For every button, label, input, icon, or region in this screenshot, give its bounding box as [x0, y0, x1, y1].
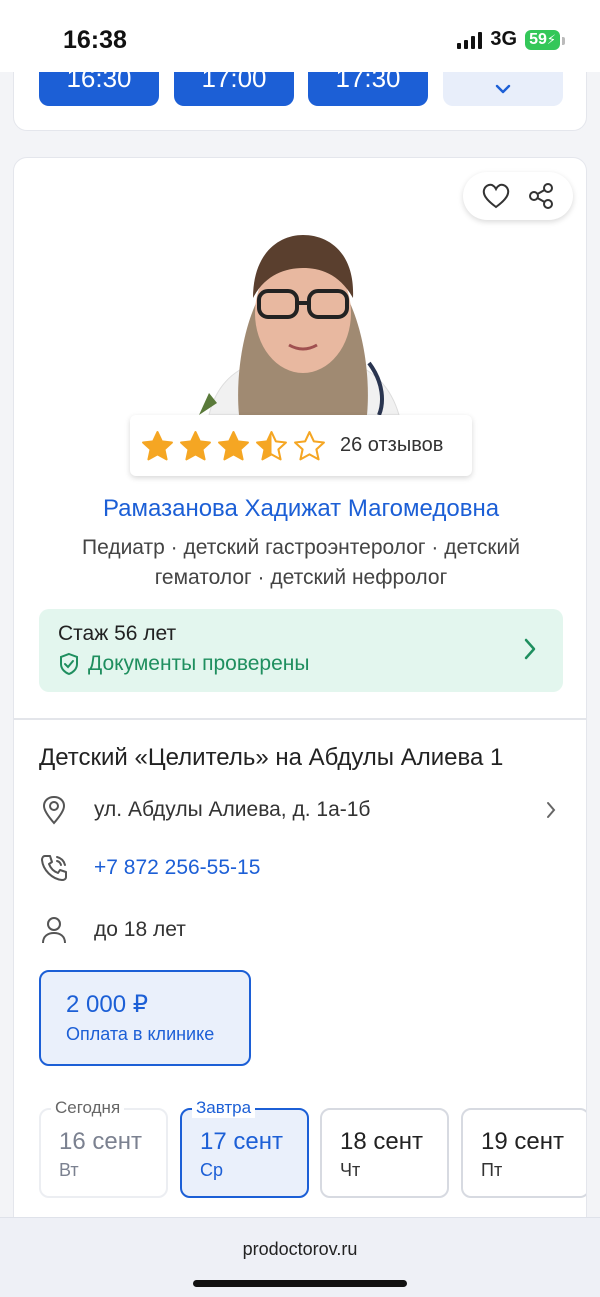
- chevron-right-icon: [524, 638, 536, 660]
- status-time: 16:38: [63, 26, 127, 54]
- date-weekday: Чт: [340, 1160, 361, 1180]
- doctor-specialties: Педиатр · детский гастроэнтеролог · детс…: [82, 536, 520, 589]
- doctor-photo: [189, 213, 417, 415]
- experience-panel[interactable]: Стаж 56 лет Документы проверены: [39, 609, 563, 692]
- clinic-address: ул. Абдулы Алиева, д. 1а-1б: [94, 798, 371, 821]
- star-icon: [180, 430, 211, 460]
- card-actions: [463, 172, 573, 220]
- status-indicators: 3G 59⚡: [457, 28, 565, 51]
- shield-check-icon: [60, 652, 78, 676]
- favorite-button[interactable]: [480, 180, 512, 212]
- battery-icon: 59⚡: [525, 29, 565, 50]
- date-option[interactable]: 18 сент Чт: [320, 1108, 449, 1198]
- star-icon: [294, 430, 325, 460]
- clinic-phone[interactable]: +7 872 256-55-15: [94, 856, 260, 880]
- star-icon: [256, 430, 287, 460]
- divider: [14, 718, 586, 720]
- clinic-address-row[interactable]: ул. Абдулы Алиева, д. 1а-1б: [39, 794, 563, 826]
- price-value: 2 000 ₽: [66, 991, 148, 1018]
- clinic-title[interactable]: Детский «Целитель» на Абдулы Алиева 1: [39, 744, 503, 772]
- home-indicator[interactable]: [193, 1280, 407, 1287]
- date-day: 18 сент: [340, 1128, 423, 1155]
- location-pin-icon: [39, 794, 69, 826]
- verified-text: Документы проверены: [88, 652, 310, 675]
- share-icon: [528, 183, 553, 209]
- address-bar[interactable]: prodoctorov.ru: [0, 1239, 600, 1260]
- date-day: 16 сент: [59, 1128, 142, 1155]
- phone-icon: [39, 852, 69, 884]
- date-day: 19 сент: [481, 1128, 564, 1155]
- person-icon: [39, 914, 69, 946]
- heart-icon: [482, 183, 509, 209]
- price-note: Оплата в клинике: [66, 1024, 215, 1044]
- date-weekday: Вт: [59, 1160, 79, 1180]
- rating-badge[interactable]: 26 отзывов: [130, 415, 472, 476]
- status-bar: 16:38 3G 59⚡: [0, 0, 600, 72]
- age-row: до 18 лет: [39, 914, 563, 946]
- star-icon: [218, 430, 249, 460]
- rating-stars: [141, 430, 326, 462]
- date-weekday: Ср: [200, 1160, 224, 1180]
- doctor-card: 26 отзывов Рамазанова Хадижат Магомедовн…: [13, 157, 587, 1257]
- verified-row: Документы проверены: [58, 652, 563, 676]
- share-button[interactable]: [525, 180, 557, 212]
- star-icon: [142, 430, 173, 460]
- date-tomorrow[interactable]: Завтра 17 сент Ср: [180, 1098, 309, 1198]
- age-limit: до 18 лет: [94, 918, 186, 941]
- date-label: Сегодня: [51, 1098, 125, 1118]
- browser-bar: prodoctorov.ru: [0, 1217, 600, 1297]
- network-type: 3G: [490, 28, 518, 50]
- date-label: Завтра: [192, 1098, 256, 1118]
- battery-level: 59: [529, 30, 547, 48]
- date-today[interactable]: Сегодня 16 сент Вт: [39, 1098, 168, 1198]
- signal-icon: [457, 31, 483, 49]
- price-option[interactable]: 2 000 ₽ Оплата в клинике: [39, 970, 251, 1066]
- clinic-phone-row[interactable]: +7 872 256-55-15: [39, 852, 563, 884]
- experience-text: Стаж 56 лет: [58, 622, 177, 645]
- doctor-name[interactable]: Рамазанова Хадижат Магомедовна: [14, 495, 586, 523]
- reviews-count[interactable]: 26 отзывов: [340, 434, 443, 457]
- chevron-down-icon: [495, 84, 511, 94]
- chevron-right-icon: [547, 802, 556, 818]
- date-day: 17 сент: [200, 1128, 283, 1155]
- date-weekday: Пт: [481, 1160, 503, 1180]
- date-option[interactable]: 19 сент Пт: [461, 1108, 586, 1198]
